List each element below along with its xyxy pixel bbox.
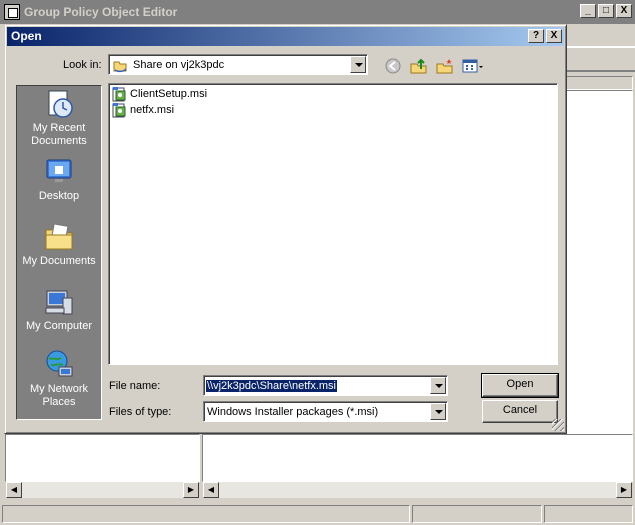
help-button[interactable]: ? [528, 29, 544, 43]
scroll-left-icon[interactable]: ◀ [6, 482, 22, 498]
my-computer-icon [43, 286, 75, 318]
status-bar [0, 503, 635, 525]
places-bar: My Recent Documents Desktop My Documents… [16, 85, 102, 420]
new-folder-icon[interactable] [435, 56, 455, 76]
status-panel-main [2, 505, 410, 523]
open-button[interactable]: Open [481, 373, 559, 398]
scroll-right-icon[interactable]: ▶ [183, 482, 199, 498]
up-folder-icon[interactable] [409, 56, 429, 76]
toolbar-divider [566, 70, 635, 72]
chevron-down-icon[interactable] [430, 403, 446, 420]
place-label-line1: My Computer [25, 320, 93, 332]
maximize-button[interactable]: □ [598, 4, 614, 18]
status-panel-2 [412, 505, 542, 523]
network-places-icon [43, 349, 75, 381]
file-list[interactable]: ClientSetup.msi netfx.msi [108, 83, 558, 365]
file-type-dropdown[interactable]: Windows Installer packages (*.msi) [203, 401, 448, 422]
place-my-recent-documents[interactable]: My Recent Documents [17, 88, 101, 148]
dialog-title-bar: Open ? X [7, 27, 564, 46]
dialog-title: Open [11, 29, 42, 43]
place-my-computer[interactable]: My Computer [17, 286, 101, 333]
resize-grip[interactable] [552, 419, 564, 431]
view-menu-icon[interactable] [461, 56, 485, 76]
file-name: netfx.msi [130, 104, 175, 116]
tree-horizontal-scrollbar[interactable]: ◀ ▶ [6, 482, 199, 498]
file-item[interactable]: ClientSetup.msi [112, 86, 207, 102]
file-name: ClientSetup.msi [130, 88, 208, 100]
place-label-line1: Desktop [38, 190, 80, 202]
background-title-bar: Group Policy Object Editor _ □ X [0, 0, 635, 24]
place-my-documents[interactable]: My Documents [17, 221, 101, 268]
recent-documents-icon [43, 88, 75, 120]
scroll-left-icon[interactable]: ◀ [203, 482, 219, 498]
status-panel-3 [544, 505, 633, 523]
minimize-button[interactable]: _ [580, 4, 596, 18]
details-pane[interactable] [202, 434, 633, 482]
column-header-strip [566, 76, 633, 90]
menu-divider [566, 46, 635, 48]
dialog-toolbar [383, 56, 485, 76]
back-icon[interactable] [383, 56, 403, 76]
details-horizontal-scrollbar[interactable]: ◀ ▶ [203, 482, 632, 498]
tree-pane[interactable] [5, 434, 200, 482]
background-window-title: Group Policy Object Editor [24, 5, 178, 19]
place-label-line1: My Recent [32, 122, 86, 134]
scroll-right-icon[interactable]: ▶ [616, 482, 632, 498]
msi-package-icon [112, 86, 128, 102]
place-desktop[interactable]: Desktop [17, 156, 101, 203]
place-label-line2: Places [42, 396, 76, 408]
place-label-line2: Documents [31, 135, 87, 147]
msi-package-icon [112, 102, 128, 118]
file-name-label: File name: [109, 380, 161, 392]
close-button[interactable]: X [616, 4, 632, 18]
file-type-label: Files of type: [109, 406, 172, 418]
network-share-icon [112, 57, 130, 73]
file-type-value: Windows Installer packages (*.msi) [207, 405, 379, 418]
chevron-down-icon[interactable] [430, 377, 446, 394]
gpo-editor-app-icon [4, 4, 20, 20]
chevron-down-icon[interactable] [350, 56, 366, 73]
cancel-button[interactable]: Cancel [482, 400, 558, 423]
desktop-icon [43, 156, 75, 188]
place-label-line1: My Documents [22, 255, 96, 267]
file-name-value: \\vj2k3pdc\Share\netfx.msi [204, 378, 339, 393]
look-in-value: Share on vj2k3pdc [133, 58, 225, 71]
place-label-line1: My Network [29, 383, 89, 395]
open-dialog: Open ? X Look in: Share on vj2k3pdc My R… [4, 24, 567, 434]
place-my-network-places[interactable]: My Network Places [17, 349, 101, 409]
look-in-label: Look in: [63, 59, 102, 71]
details-pane-edge [566, 90, 633, 482]
dialog-close-button[interactable]: X [546, 29, 562, 43]
look-in-dropdown[interactable]: Share on vj2k3pdc [108, 54, 368, 75]
my-documents-icon [43, 221, 75, 253]
file-name-field[interactable]: \\vj2k3pdc\Share\netfx.msi [203, 375, 448, 396]
file-item[interactable]: netfx.msi [112, 102, 174, 118]
